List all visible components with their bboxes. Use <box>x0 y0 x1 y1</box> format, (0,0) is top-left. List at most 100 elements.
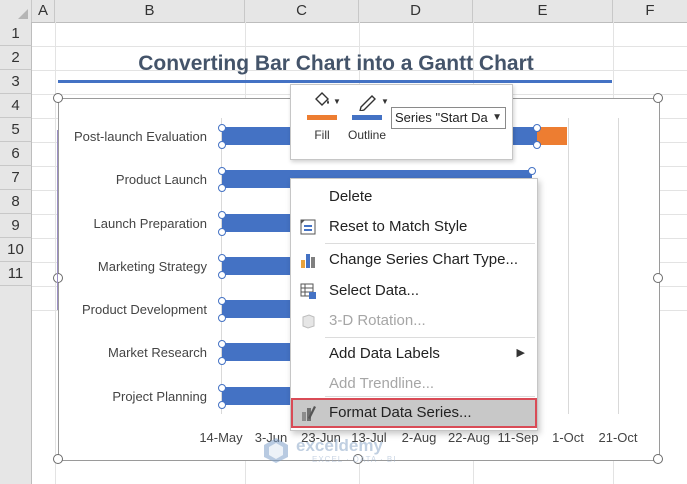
outline-button[interactable]: ▼ Outline <box>343 91 391 142</box>
point-handle[interactable] <box>218 314 226 322</box>
column-header-c[interactable]: C <box>245 0 359 22</box>
menu-item-label: Reset to Match Style <box>329 218 468 235</box>
category-label: Product Development <box>81 302 207 317</box>
row-header-7[interactable]: 7 <box>0 166 32 190</box>
row-header-filler <box>0 286 32 484</box>
pen-outline-icon <box>359 95 376 112</box>
point-handle[interactable] <box>218 124 226 132</box>
point-handle[interactable] <box>218 340 226 348</box>
column-header-a[interactable]: A <box>32 0 55 22</box>
point-handle[interactable] <box>218 254 226 262</box>
title-underline <box>58 80 612 83</box>
watermark-tagline: EXCEL · DATA · BI <box>312 455 397 464</box>
series-select[interactable]: Series "Start Da ▼ <box>391 107 506 129</box>
resize-handle-top-right[interactable] <box>653 93 663 103</box>
row-header-8[interactable]: 8 <box>0 190 32 214</box>
fill-dropdown-arrow-icon[interactable]: ▼ <box>333 97 341 106</box>
bar-project-planning[interactable] <box>222 387 292 405</box>
point-handle[interactable] <box>218 211 226 219</box>
menu-item-add-data-labels[interactable]: Add Data Labels ▶ <box>291 340 537 368</box>
3d-rotation-icon <box>302 314 315 329</box>
point-handle[interactable] <box>533 124 541 132</box>
menu-item-label: Change Series Chart Type... <box>329 251 518 268</box>
bar-duration-post-launch-evaluation[interactable] <box>537 127 567 145</box>
menu-item-label: Add Data Labels <box>329 345 440 362</box>
menu-item-add-trendline: Add Trendline... <box>291 370 537 398</box>
category-label: Product Launch <box>115 172 207 187</box>
exceldemy-logo-icon <box>264 438 288 463</box>
chart-type-icon <box>301 254 315 268</box>
column-header-e[interactable]: E <box>473 0 613 22</box>
fill-button[interactable]: ▼ Fill <box>299 91 345 142</box>
category-label: Project Planning <box>112 389 207 404</box>
menu-item-label: Add Trendline... <box>329 375 435 392</box>
column-header-b[interactable]: B <box>55 0 245 22</box>
series-select-value: Series "Start Da <box>395 110 488 125</box>
bar-product-development[interactable] <box>222 300 292 318</box>
menu-item-select-data[interactable]: Select Data... <box>291 277 537 305</box>
exceldemy-watermark: exceldemy EXCEL · DATA · BI <box>262 436 432 466</box>
bar-market-research[interactable] <box>222 343 292 361</box>
row-header-3[interactable]: 3 <box>0 70 32 94</box>
x-tick-label: 21-Oct <box>598 430 638 445</box>
resize-handle-bottom-left[interactable] <box>53 454 63 464</box>
menu-item-label: Select Data... <box>329 282 420 299</box>
page-title: Converting Bar Chart into a Gantt Chart <box>138 52 534 75</box>
row-header-6[interactable]: 6 <box>0 142 32 166</box>
row-header-5[interactable]: 5 <box>0 118 32 142</box>
watermark-name: exceldemy <box>296 436 383 455</box>
resize-handle-left[interactable] <box>53 273 63 283</box>
point-handle[interactable] <box>218 184 226 192</box>
chart-gridline <box>618 118 619 414</box>
point-handle[interactable] <box>218 141 226 149</box>
menu-item-label: Delete <box>329 188 373 205</box>
menu-item-3d-rotation: 3-D Rotation... <box>291 307 537 335</box>
column-header-f[interactable]: F <box>613 0 687 22</box>
category-label: Market Research <box>108 345 207 360</box>
row-header-9[interactable]: 9 <box>0 214 32 238</box>
menu-separator <box>325 243 535 244</box>
gridline <box>32 46 687 47</box>
point-handle[interactable] <box>218 271 226 279</box>
category-label: Launch Preparation <box>93 216 207 231</box>
category-label: Post-launch Evaluation <box>74 129 207 144</box>
menu-item-reset-style[interactable]: Reset to Match Style <box>291 213 537 241</box>
point-handle[interactable] <box>218 297 226 305</box>
point-handle[interactable] <box>218 357 226 365</box>
menu-separator <box>325 396 535 397</box>
bar-marketing-strategy[interactable] <box>222 257 292 275</box>
menu-item-change-chart-type[interactable]: Change Series Chart Type... <box>291 246 537 274</box>
row-header-11[interactable]: 11 <box>0 262 32 286</box>
gridline <box>55 22 56 484</box>
row-header-1[interactable]: 1 <box>0 22 32 46</box>
point-handle[interactable] <box>218 384 226 392</box>
submenu-arrow-icon: ▶ <box>516 347 525 359</box>
menu-item-format-data-series[interactable]: Format Data Series... <box>291 398 537 428</box>
category-label: Marketing Strategy <box>97 259 207 274</box>
outline-color-swatch <box>352 115 382 120</box>
point-handle[interactable] <box>218 167 226 175</box>
column-header-row: A B C D E F <box>0 0 687 23</box>
row-header-10[interactable]: 10 <box>0 238 32 262</box>
chart-gridline <box>568 118 569 414</box>
resize-handle-bottom-right[interactable] <box>653 454 663 464</box>
point-handle[interactable] <box>528 167 536 175</box>
outline-label: Outline <box>347 128 387 142</box>
point-handle[interactable] <box>533 141 541 149</box>
resize-handle-right[interactable] <box>653 273 663 283</box>
point-handle[interactable] <box>218 228 226 236</box>
format-series-icon <box>302 406 316 421</box>
point-handle[interactable] <box>218 401 226 409</box>
menu-item-label: Format Data Series... <box>329 404 472 421</box>
menu-separator <box>325 337 535 338</box>
resize-handle-top-left[interactable] <box>53 93 63 103</box>
row-header-4[interactable]: 4 <box>0 94 32 118</box>
column-header-d[interactable]: D <box>359 0 473 22</box>
reset-style-icon <box>300 219 316 235</box>
select-data-icon <box>300 283 316 299</box>
bar-launch-preparation[interactable] <box>222 214 292 232</box>
row-header-2[interactable]: 2 <box>0 46 32 70</box>
select-all-corner[interactable] <box>0 0 32 22</box>
outline-dropdown-arrow-icon[interactable]: ▼ <box>381 97 389 106</box>
menu-item-delete[interactable]: Delete <box>291 183 537 211</box>
